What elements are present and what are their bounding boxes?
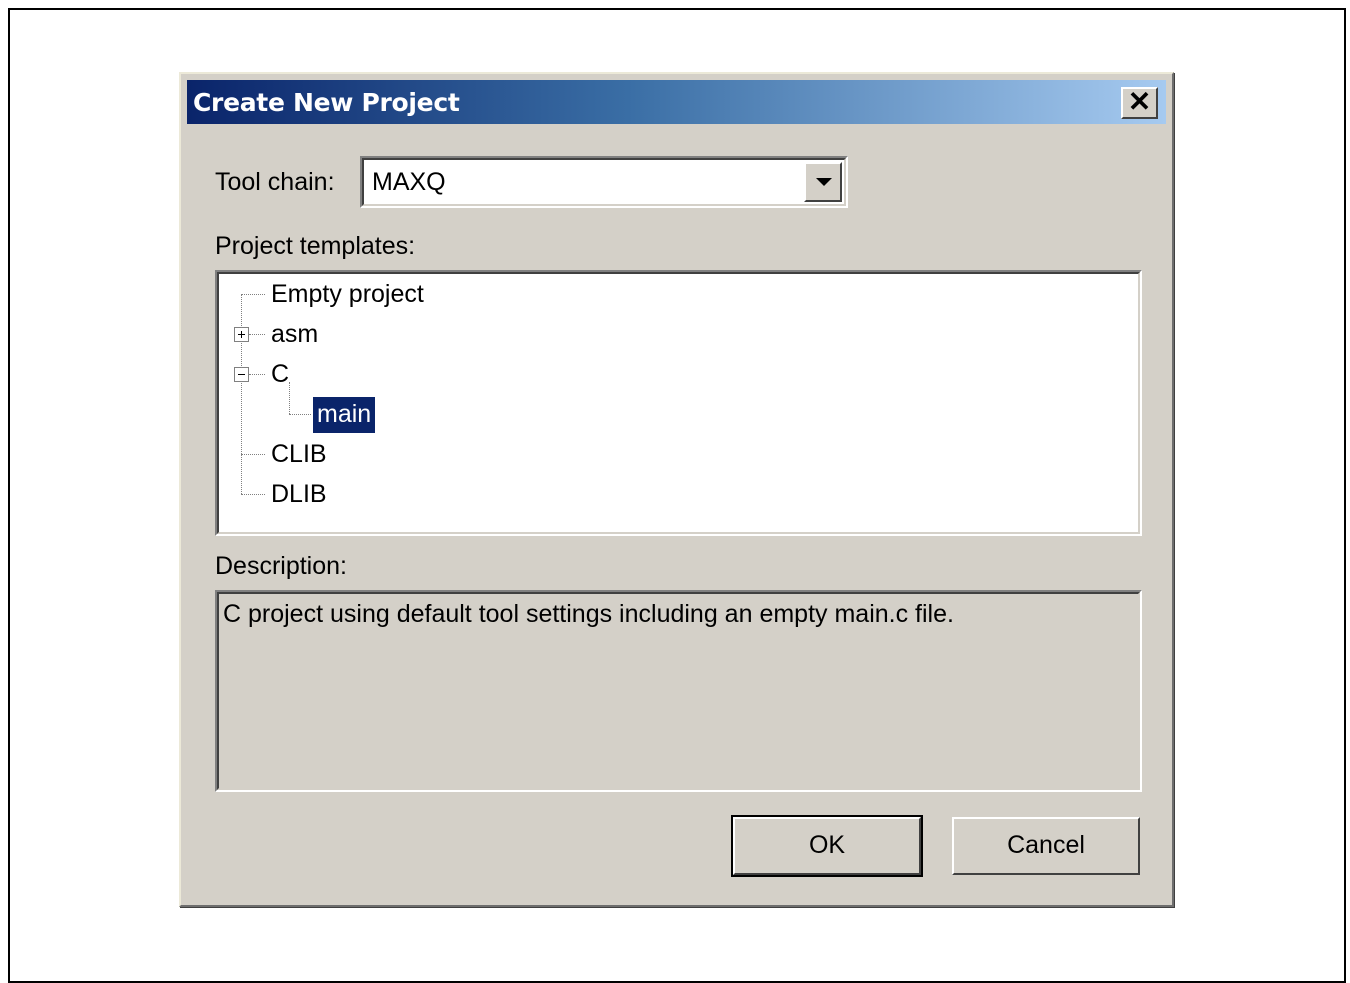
minus-box-icon[interactable] [234,367,249,382]
tree-item-c[interactable]: C [271,360,289,389]
templates-label: Project templates: [215,232,416,260]
close-icon: ✕ [1127,86,1152,117]
tree-item-main[interactable]: main [313,397,376,433]
tree-line-c [249,374,265,375]
tree-line-root [241,294,242,494]
tree-line-c-children [289,382,290,414]
tree-line-main [289,414,311,415]
chevron-down-icon[interactable] [804,162,842,202]
create-new-project-dialog: Create New Project ✕ Tool chain: MAXQ Pr… [179,72,1174,907]
tree-item-clib[interactable]: CLIB [271,440,327,469]
ok-button[interactable]: OK [731,815,923,877]
plus-box-icon[interactable] [234,327,249,342]
description-box: C project using default tool settings in… [215,590,1142,792]
tree-item-asm[interactable]: asm [271,320,318,349]
tree-line-asm [249,334,265,335]
close-button[interactable]: ✕ [1121,87,1158,119]
tree-line-dlib [241,494,265,495]
tree-line-clib [241,454,265,455]
description-label: Description: [215,552,347,580]
description-text: C project using default tool settings in… [223,600,954,628]
tree-item-empty-project[interactable]: Empty project [271,280,424,309]
project-templates-tree[interactable]: Empty project asm C main CLIB DLIB [215,270,1142,536]
title-bar[interactable]: Create New Project ✕ [187,80,1166,124]
tree-line-empty [241,294,265,295]
toolchain-value: MAXQ [372,168,446,196]
toolchain-label: Tool chain: [215,168,335,196]
dialog-title: Create New Project [193,88,460,117]
cancel-button[interactable]: Cancel [952,817,1140,875]
tree-item-dlib[interactable]: DLIB [271,480,327,509]
toolchain-dropdown[interactable]: MAXQ [360,156,848,208]
